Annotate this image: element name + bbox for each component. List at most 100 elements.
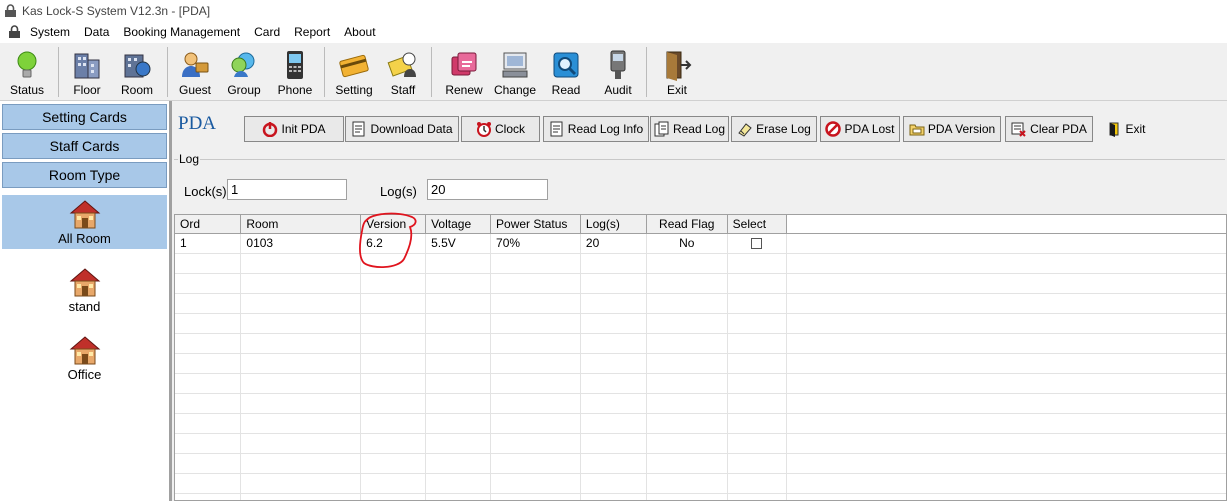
cell-ord: 1 [175,233,242,254]
staff-card-icon [387,52,416,77]
menu-card[interactable]: Card [247,25,287,39]
sidebar-room-type-button[interactable]: Room Type [2,162,167,188]
erase-log-button[interactable]: Erase Log [731,116,817,142]
toolbar-guest-button[interactable]: Guest [172,43,218,99]
select-checkbox[interactable] [751,238,763,250]
rooms-icon [124,54,151,78]
empty-row [175,373,1226,394]
empty-row [175,433,1226,454]
clear-pda-label: Clear PDA [1030,122,1087,136]
cell-room: 0103 [240,233,362,254]
toolbar-separator [167,47,168,97]
toolbar-exit-label: Exit [666,83,687,97]
toolbar-group-button[interactable]: Group [218,43,270,99]
room-type-label: Office [67,367,102,382]
menu-system[interactable]: System [23,25,77,39]
toolbar-guest-label: Guest [178,83,211,97]
toolbar-separator [58,47,59,97]
logs-input[interactable] [427,179,548,200]
building-icon [74,53,100,79]
col-version[interactable]: Version [360,215,427,234]
col-logs[interactable]: Log(s) [580,215,647,234]
main-toolbar: Status Floor Room Guest Group Phone Sett… [0,43,1227,101]
toolbar-read-button[interactable]: Read [538,43,594,99]
clock-button[interactable]: Clock [461,116,540,142]
folder-icon [909,124,925,136]
empty-row [175,253,1226,274]
pda-exit-button[interactable]: Exit [1101,116,1151,142]
toolbar-floor-button[interactable]: Floor [63,43,111,99]
col-room[interactable]: Room [240,215,362,234]
empty-row [175,413,1226,434]
read-log-label: Read Log [672,122,726,136]
room-type-all-room[interactable]: All Room [2,195,167,249]
toolbar-read-label: Read [551,83,581,97]
table-row[interactable]: 1 0103 6.2 5.5V 70% 20 No [175,233,1226,254]
power-icon [263,122,278,137]
toolbar-status-button[interactable]: Status [0,43,54,99]
toolbar-exit-button[interactable]: Exit [651,43,703,99]
clear-pda-button[interactable]: Clear PDA [1005,116,1093,142]
erase-log-label: Erase Log [756,122,811,136]
pda-version-button[interactable]: PDA Version [903,116,1001,142]
menu-data[interactable]: Data [77,25,116,39]
group-icon [231,52,255,77]
col-voltage[interactable]: Voltage [425,215,492,234]
cell-read-flag: No [646,233,728,254]
locks-input[interactable] [227,179,347,200]
toolbar-renew-button[interactable]: Renew [436,43,492,99]
col-ord[interactable]: Ord [175,215,242,234]
room-type-label: stand [68,299,101,314]
room-type-label: All Room [58,231,111,246]
pda-exit-label: Exit [1125,122,1146,136]
toolbar-change-button[interactable]: Change [492,43,538,99]
toolbar-staff-button[interactable]: Staff [379,43,427,99]
toolbar-separator [646,47,647,97]
renew-icon [451,52,477,76]
exit-door-icon [1109,122,1119,137]
pda-panel: PDA Init PDA Download Data Clock Read Lo… [172,101,1227,501]
room-type-office[interactable]: Office [2,331,167,385]
menu-booking-management[interactable]: Booking Management [116,25,247,39]
pda-title: PDA [178,113,217,134]
erase-icon [738,123,752,137]
room-type-stand[interactable]: stand [2,263,167,317]
audit-icon [610,50,626,79]
toolbar-group-label: Group [227,83,261,97]
init-pda-button[interactable]: Init PDA [244,116,344,142]
menu-report[interactable]: Report [287,25,337,39]
empty-row [175,313,1226,334]
clock-label: Clock [494,122,525,136]
cell-select [727,233,787,254]
read-log-button[interactable]: Read Log [650,116,729,142]
empty-row [175,273,1226,294]
download-data-button[interactable]: Download Data [345,116,459,142]
pda-lost-button[interactable]: PDA Lost [820,116,900,142]
document-icon [352,121,365,137]
house-icon [69,268,100,297]
empty-row [175,353,1226,374]
empty-row [175,453,1226,474]
log-group-label: Log [178,152,201,166]
guest-icon [182,52,209,77]
toolbar-renew-label: Renew [445,83,483,97]
title-bar: Kas Lock-S System V12.3n - [PDA] [0,0,1227,22]
padlock-menu-icon[interactable] [8,25,21,39]
alarm-clock-icon [476,122,491,137]
sidebar-setting-cards-button[interactable]: Setting Cards [2,104,167,130]
col-power-status[interactable]: Power Status [490,215,581,234]
no-entry-icon [825,121,842,137]
cell-voltage: 5.5V [425,233,492,254]
menu-about[interactable]: About [337,25,382,39]
sidebar-staff-cards-button[interactable]: Staff Cards [2,133,167,159]
toolbar-room-button[interactable]: Room [111,43,163,99]
toolbar-audit-button[interactable]: Audit [594,43,642,99]
col-read-flag[interactable]: Read Flag [646,215,728,234]
col-select[interactable]: Select [727,215,787,234]
read-log-info-button[interactable]: Read Log Info [543,116,649,142]
toolbar-phone-button[interactable]: Phone [270,43,320,99]
toolbar-change-label: Change [493,83,537,97]
sidebar: Setting Cards Staff Cards Room Type All … [0,101,172,501]
table-header: Ord Room Version Voltage Power Status Lo… [175,215,1226,234]
toolbar-setting-button[interactable]: Setting [329,43,379,99]
